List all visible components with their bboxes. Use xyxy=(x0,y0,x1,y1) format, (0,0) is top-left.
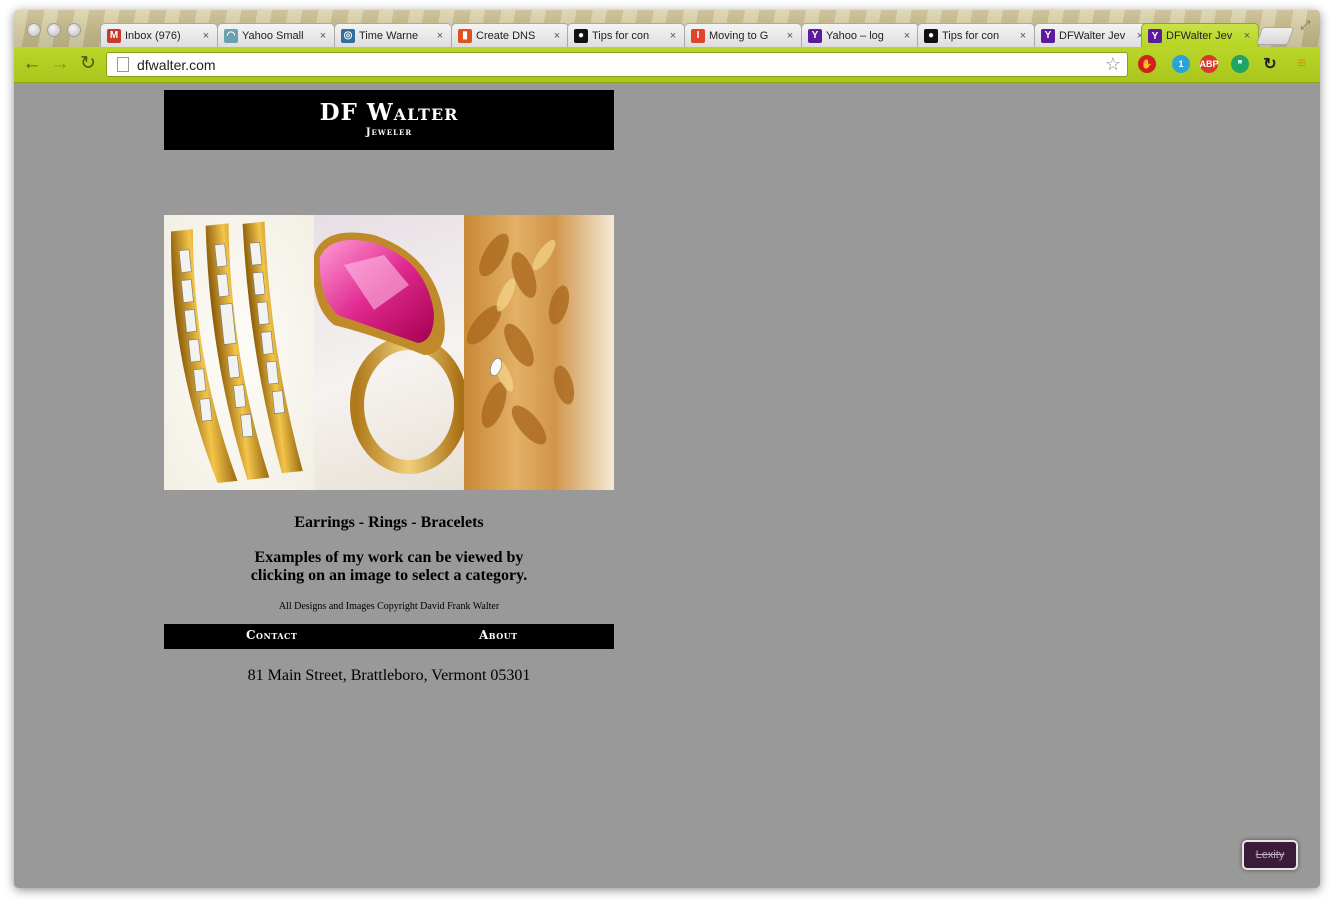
time-warner-icon: ◎ xyxy=(341,28,355,43)
github-icon: ● xyxy=(924,28,938,43)
browser-tab[interactable]: Y DFWalter Jev × xyxy=(1034,23,1152,47)
tab-title: Tips for con xyxy=(592,29,650,42)
browser-tab[interactable]: ◠ Yahoo Small × xyxy=(217,23,335,47)
tab-title: Time Warne xyxy=(359,29,419,42)
browser-tab[interactable]: Y Yahoo – log × xyxy=(801,23,919,47)
tab-title: Yahoo Small xyxy=(242,29,304,42)
page-icon xyxy=(117,57,129,72)
new-tab-button[interactable] xyxy=(1255,27,1295,45)
close-tab-icon[interactable]: × xyxy=(433,30,447,42)
close-tab-icon[interactable]: × xyxy=(550,30,564,42)
browser-toolbar: ← → ↻ dfwalter.com ☆ ✋ 1 ABP ❞ ↻ ≡ xyxy=(14,47,1320,83)
browser-tab[interactable]: ● Tips for con × xyxy=(917,23,1035,47)
browser-tab[interactable]: I Moving to G × xyxy=(684,23,802,47)
brand-title: DF Walter xyxy=(319,99,459,126)
tab-title: DFWalter Jev xyxy=(1059,29,1126,42)
stop-extension-icon[interactable]: ✋ xyxy=(1138,55,1156,73)
hangouts-icon[interactable]: ❞ xyxy=(1231,55,1249,73)
yahoo-icon: Y xyxy=(1041,28,1055,43)
tab-title: Create DNS xyxy=(476,29,536,42)
zoom-window-icon[interactable] xyxy=(67,23,81,37)
close-tab-icon[interactable]: × xyxy=(666,30,680,42)
contact-link[interactable]: Contact xyxy=(246,628,297,642)
about-link[interactable]: About xyxy=(479,628,518,642)
tab-title: Yahoo – log xyxy=(826,29,884,42)
github-icon: ● xyxy=(574,28,588,43)
tab-title: Inbox (976) xyxy=(125,29,181,42)
categories-heading: Earrings - Rings - Bracelets xyxy=(294,514,484,531)
browser-tab[interactable]: ● Tips for con × xyxy=(567,23,685,47)
close-window-icon[interactable] xyxy=(27,23,41,37)
copyright-text: All Designs and Images Copyright David F… xyxy=(278,601,500,612)
category-gallery xyxy=(164,215,614,490)
fullscreen-icon[interactable]: ⤢ xyxy=(1300,18,1310,33)
close-tab-icon[interactable]: × xyxy=(199,30,213,42)
intro-text: Examples of my work can be viewed by cli… xyxy=(164,549,614,585)
minimize-window-icon[interactable] xyxy=(47,23,61,37)
street-address: 81 Main Street, Brattleboro, Vermont 053… xyxy=(247,667,531,684)
earrings-image[interactable] xyxy=(164,215,314,490)
address-bar[interactable]: dfwalter.com ☆ xyxy=(106,52,1128,77)
yahoo-icon: Y xyxy=(808,28,822,43)
menu-icon[interactable]: ≡ xyxy=(1293,55,1311,73)
tab-title: DFWalter Jev xyxy=(1166,30,1233,42)
back-arrow-icon[interactable]: ← xyxy=(22,54,42,74)
reload-icon[interactable]: ↻ xyxy=(78,54,98,74)
close-tab-icon[interactable]: × xyxy=(900,30,914,42)
close-tab-icon[interactable]: × xyxy=(783,30,797,42)
site-header: DF Walter Jeweler xyxy=(164,90,614,150)
site-nav: Contact About xyxy=(164,624,614,649)
tab-title: Tips for con xyxy=(942,29,1000,42)
close-tab-icon[interactable]: × xyxy=(1240,30,1254,42)
tab-strip: M Inbox (976) × ◠ Yahoo Small × ◎ Time Warne × ▮ C… xyxy=(14,10,1320,48)
browser-window: M Inbox (976) × ◠ Yahoo Small × ◎ Time Warne × ▮ C… xyxy=(14,10,1320,888)
tab-title: Moving to G xyxy=(709,29,769,42)
loading-icon: ◠ xyxy=(224,28,238,43)
bookmark-star-icon[interactable]: ☆ xyxy=(1105,54,1121,75)
bracelets-image[interactable] xyxy=(464,215,614,490)
lexity-button[interactable]: Lexity xyxy=(1242,840,1298,870)
gmail-icon: M xyxy=(107,28,121,43)
adblock-icon[interactable]: ABP xyxy=(1200,55,1219,73)
office-icon: ▮ xyxy=(458,28,472,43)
yahoo-icon: Y xyxy=(1148,29,1162,43)
ghostery-icon[interactable]: 1 xyxy=(1172,55,1190,73)
rings-image[interactable] xyxy=(314,215,464,490)
intro-line-2: clicking on an image to select a categor… xyxy=(250,567,528,584)
intro-line-1: Examples of my work can be viewed by xyxy=(254,549,524,566)
brand-tagline: Jeweler xyxy=(365,127,413,138)
close-tab-icon[interactable]: × xyxy=(1016,30,1030,42)
browser-tab[interactable]: ▮ Create DNS × xyxy=(451,23,569,47)
browser-tab[interactable]: ◎ Time Warne × xyxy=(334,23,452,47)
browser-tab[interactable]: Y DFWalter Jev × xyxy=(1141,23,1259,48)
page-content: DF Walter Jeweler Earrings - Rings - Bra… xyxy=(14,83,1320,888)
red-square-icon: I xyxy=(691,28,705,43)
url-text[interactable]: dfwalter.com xyxy=(137,57,1105,73)
browser-tab[interactable]: M Inbox (976) × xyxy=(100,23,218,47)
sync-icon[interactable]: ↻ xyxy=(1261,55,1279,73)
close-tab-icon[interactable]: × xyxy=(316,30,330,42)
forward-arrow-icon[interactable]: → xyxy=(50,54,70,74)
